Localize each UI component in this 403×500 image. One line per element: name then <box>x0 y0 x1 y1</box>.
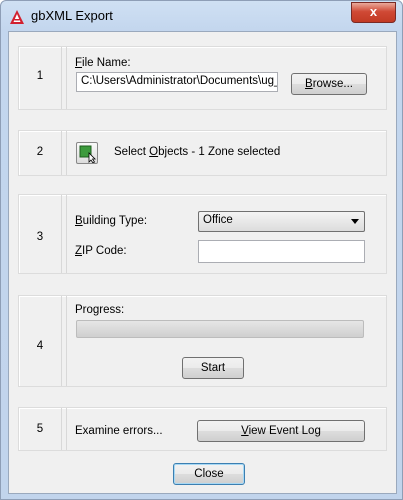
examine-errors-label: Examine errors... <box>75 425 163 437</box>
close-button[interactable]: Close <box>173 463 245 485</box>
dialog-client-area: 1 File Name: C:\Users\Administrator\Docu… <box>8 31 397 494</box>
window-close-button[interactable]: x <box>351 2 396 23</box>
building-type-label: Building Type: <box>75 215 148 227</box>
chevron-down-icon <box>351 219 359 224</box>
file-name-label: File Name: <box>75 57 131 69</box>
section-number-4: 4 <box>36 340 44 352</box>
section-divider <box>61 131 67 175</box>
section-number-3: 3 <box>36 231 44 243</box>
section-divider <box>61 47 67 109</box>
browse-button[interactable]: Browse... <box>291 73 367 95</box>
title-bar: gbXML Export x <box>1 1 402 31</box>
section-divider <box>61 408 67 450</box>
gbxml-export-dialog: gbXML Export x 1 File Name: C:\Users\Adm… <box>0 0 403 500</box>
section-select-objects: 2 Select Objects - 1 Zone selected <box>18 130 387 176</box>
progress-label: Progress: <box>75 304 125 316</box>
select-objects-icon <box>79 145 96 163</box>
view-event-log-button[interactable]: View Event Log <box>197 420 365 442</box>
select-objects-button[interactable] <box>76 142 98 164</box>
zip-code-input[interactable] <box>198 240 365 263</box>
section-divider <box>61 296 67 386</box>
progress-bar <box>76 320 364 338</box>
select-objects-label: Select Objects - 1 Zone selected <box>114 146 281 158</box>
section-number-2: 2 <box>36 146 44 158</box>
file-name-input[interactable]: C:\Users\Administrator\Documents\ug_d <box>76 72 278 92</box>
start-button[interactable]: Start <box>182 357 244 379</box>
section-number-5: 5 <box>36 423 44 435</box>
section-errors: 5 Examine errors... View Event Log <box>18 407 387 451</box>
building-type-select[interactable]: Office <box>198 211 365 232</box>
section-file-name: 1 File Name: C:\Users\Administrator\Docu… <box>18 46 387 110</box>
window-title: gbXML Export <box>31 8 113 23</box>
building-type-value: Office <box>203 214 233 226</box>
section-building-info: 3 Building Type: Office ZIP Code: <box>18 194 387 274</box>
autocad-app-icon <box>10 10 24 24</box>
zip-code-label: ZIP Code: <box>75 245 127 257</box>
section-progress: 4 Progress: Start <box>18 295 387 387</box>
section-divider <box>61 195 67 273</box>
section-number-1: 1 <box>36 70 44 82</box>
